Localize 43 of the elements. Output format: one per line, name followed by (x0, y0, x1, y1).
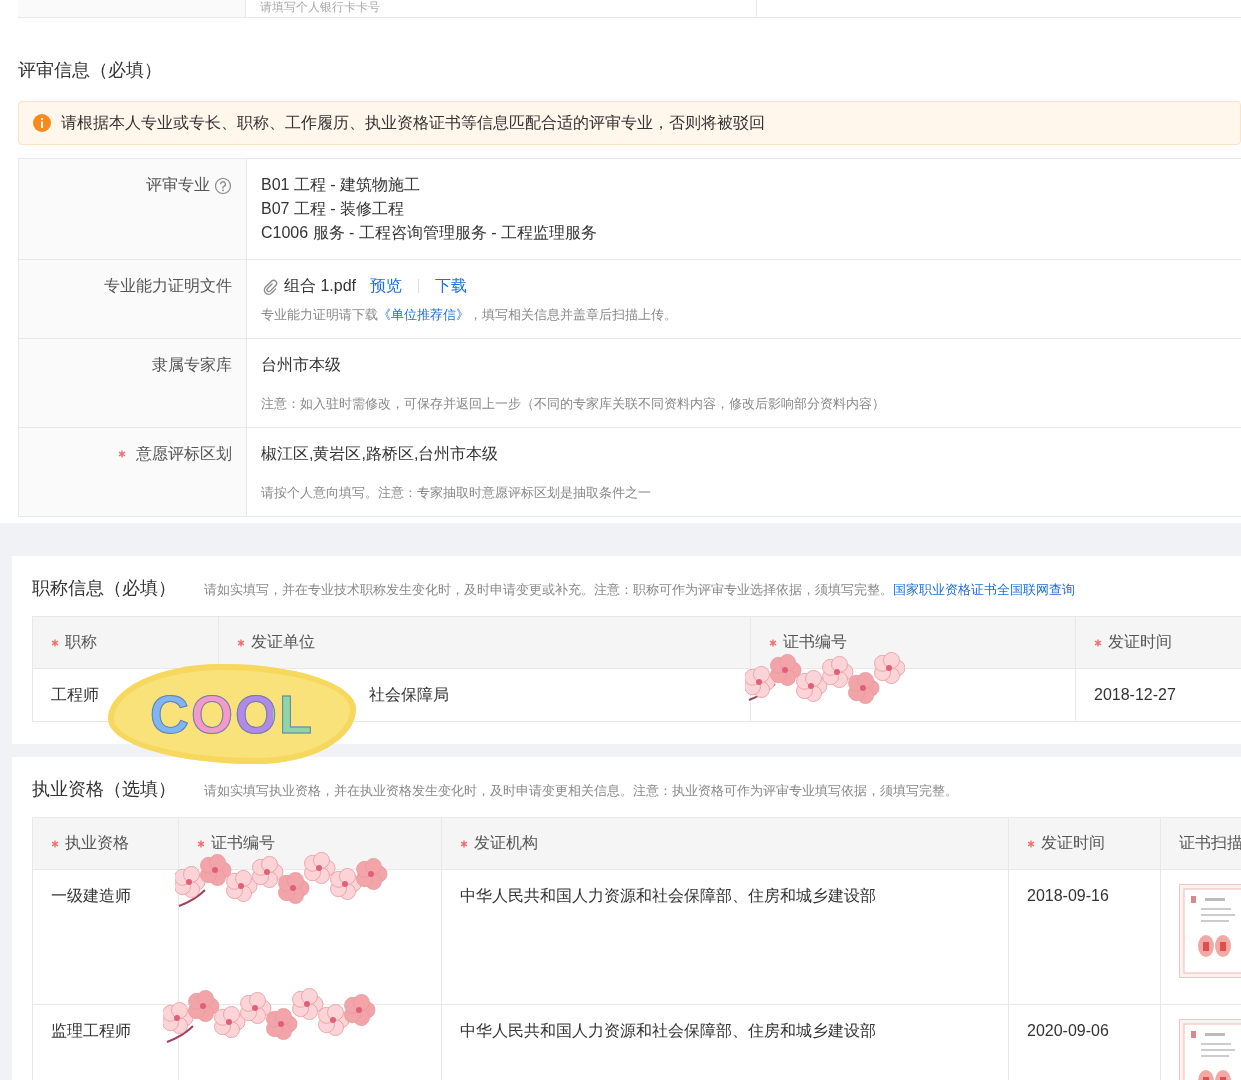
alert-text: 请根据本人专业或专长、职称、工作履历、执业资格证书等信息匹配合适的评审专业，否则将被驳回 (61, 112, 765, 133)
table-cell: 工程师 (51, 686, 99, 703)
help-icon[interactable] (214, 177, 232, 195)
table-cell: 2018-09-16 (1027, 887, 1109, 904)
column-header: 发证时间 (1108, 632, 1172, 652)
section-title: 职称信息（必填） (32, 577, 176, 600)
column-header: 证书编号 (211, 833, 275, 853)
file-link[interactable]: 下载 (435, 274, 468, 298)
table-cell: 2020-09-06 (1027, 1022, 1109, 1039)
column-header: 执业资格 (65, 833, 129, 853)
column-header: 发证机构 (474, 833, 538, 853)
section-note: 请如实填写执业资格，并在执业资格发生变化时，及时申请变更相关信息。注意：执业资格可作为评审专业填写依据，须填写完整。 (204, 782, 958, 800)
file-hint: 专业能力证明请下载《单位推荐信》，填写相关信息并盖章后扫描上传。 (261, 306, 678, 324)
field-hint: 注意：如入驻时需修改，可保存并返回上一步（不同的专家库关联不同资料内容，修改后影响部分资料内容） (261, 395, 886, 413)
paperclip-icon (261, 277, 278, 295)
specialty-item: B07 工程 - 装修工程 (261, 199, 406, 219)
specialty-item: B01 工程 - 建筑物施工 (261, 175, 422, 195)
column-header: 职称 (65, 632, 97, 652)
field-label: 隶属专家库 (152, 355, 232, 375)
table-cell: 中华人民共和国人力资源和社会保障部、住房和城乡建设部 (460, 1022, 876, 1039)
field-value: 台州市本级 (261, 355, 342, 375)
section-note: 请如实填写，并在专业技术职称发生变化时，及时申请变更或补充。注意：职称可作为评审专业选择依据，须填写完整。国家职业资格证书全国联网查询 (204, 581, 1075, 599)
section-title: 评审信息（必填） (18, 59, 162, 82)
file-link[interactable]: 预览 (370, 274, 403, 298)
column-header: 发证单位 (251, 632, 315, 652)
file-name: 组合 1.pdf (284, 276, 357, 296)
field-label: 专业能力证明文件 (104, 276, 232, 296)
table-cell: 中华人民共和国人力资源和社会保障部、住房和城乡建设部 (460, 887, 876, 904)
field-hint: 请按个人意向填写。注意：专家抽取时意愿评标区划是抽取条件之一 (261, 484, 652, 502)
table-cell: 一级建造师 (51, 887, 131, 904)
column-header: 证书编号 (783, 632, 847, 652)
info-icon (33, 114, 51, 132)
verification-link[interactable]: 国家职业资格证书全国联网查询 (893, 582, 1075, 597)
specialty-item: C1006 服务 - 工程咨询管理服务 - 工程监理服务 (261, 223, 599, 243)
field-label: 评审专业 (146, 175, 210, 195)
section-title: 执业资格（选填） (32, 778, 176, 801)
field-value: 椒江区,黄岩区,路桥区,台州市本级 (261, 444, 500, 464)
field-label: 意愿评标区划 (136, 444, 232, 464)
table-cell: 社会保障局 (369, 686, 449, 703)
table-cell: 监理工程师 (51, 1022, 131, 1039)
column-header: 发证时间 (1041, 833, 1105, 853)
recommendation-letter-link[interactable]: 《单位推荐信》 (378, 307, 469, 322)
table-cell: 2018-12-27 (1094, 686, 1176, 703)
